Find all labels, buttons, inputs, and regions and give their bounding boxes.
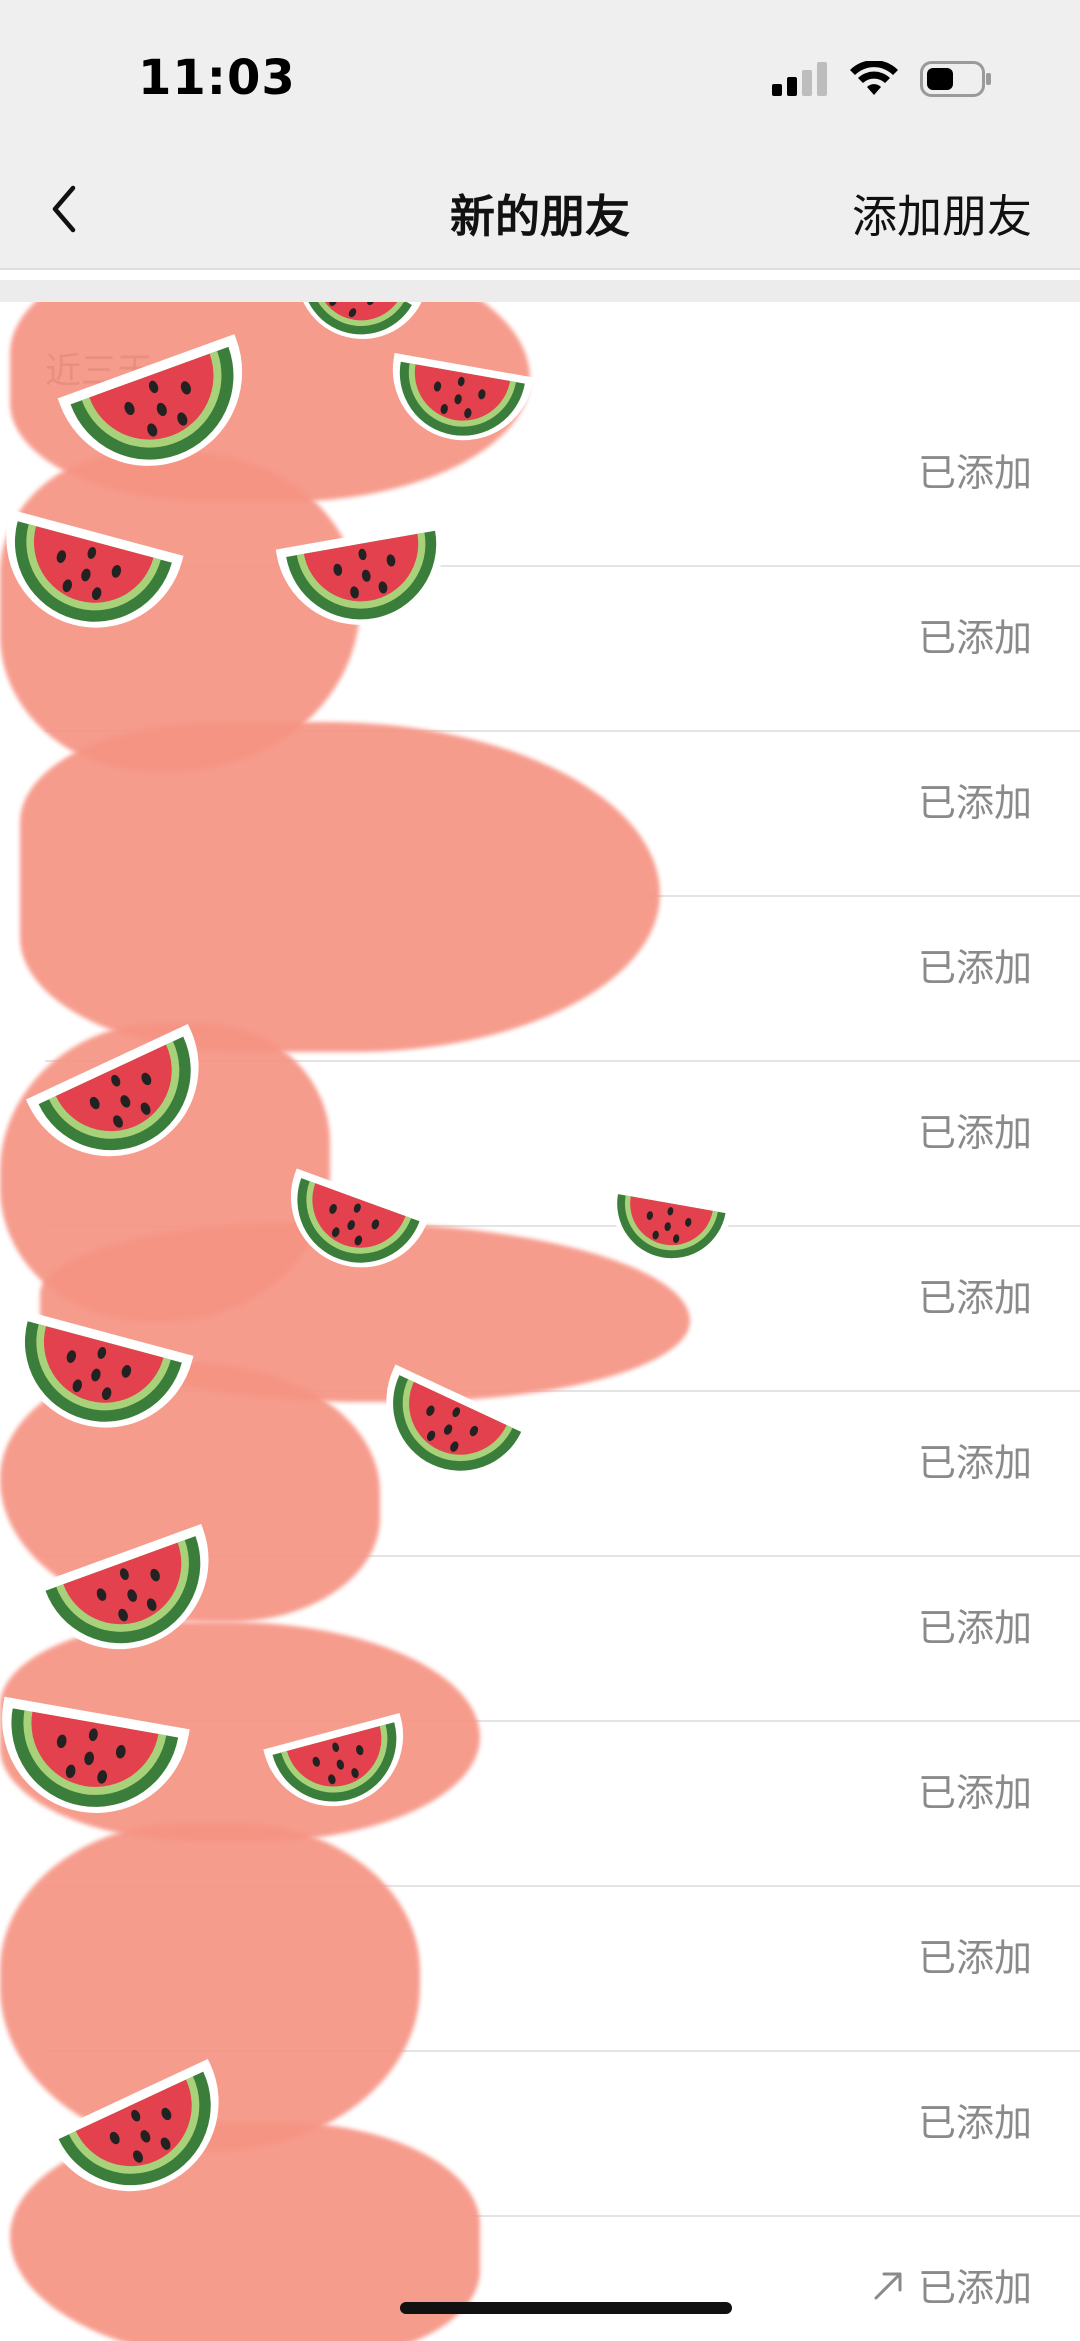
add-friend-button[interactable]: 添加朋友 (852, 180, 1032, 245)
added-status: 已添加 (918, 442, 1032, 497)
battery-icon (920, 61, 992, 101)
status-label: 已添加 (917, 2266, 1032, 2310)
added-status: 已添加 (918, 1597, 1032, 1652)
added-status: 已添加 (872, 2257, 1032, 2312)
friend-request-row[interactable]: 已添加 (0, 1887, 1080, 2052)
navigation-bar: 新的朋友 添加朋友 (0, 150, 1080, 268)
friend-request-row[interactable]: 已添加 (0, 732, 1080, 897)
friend-request-row[interactable]: 已添加 (0, 897, 1080, 1062)
added-status: 已添加 (918, 772, 1032, 827)
status-label: 已添加 (917, 781, 1032, 825)
status-label: 已添加 (917, 451, 1032, 495)
status-label: 已添加 (917, 616, 1032, 660)
wifi-icon (850, 60, 898, 101)
status-bar: 11:03 (0, 0, 1080, 150)
added-status: 已添加 (918, 2092, 1032, 2147)
cellular-signal-icon (772, 62, 828, 100)
arrow-up-right-icon (872, 2268, 906, 2302)
friend-request-row[interactable]: 已添加 (0, 1227, 1080, 1392)
friend-request-list: 已添加 已添加 已添加 已添加 已添加 已添加 已添加 已添加 已添加 已添加 … (0, 402, 1080, 2341)
friend-request-row[interactable]: 已添加 (0, 1722, 1080, 1887)
friend-request-row[interactable]: 已添加 (0, 2052, 1080, 2217)
added-status: 已添加 (918, 607, 1032, 662)
status-label: 已添加 (917, 1771, 1032, 1815)
added-status: 已添加 (918, 1432, 1032, 1487)
friend-request-row[interactable]: 已添加 (0, 1392, 1080, 1557)
section-separator (0, 280, 1080, 302)
home-indicator[interactable] (400, 2302, 732, 2314)
added-status: 已添加 (918, 1762, 1032, 1817)
status-label: 已添加 (917, 946, 1032, 990)
status-label: 已添加 (917, 1936, 1032, 1980)
friend-request-row[interactable]: 已添加 (0, 2217, 1080, 2341)
friend-request-row[interactable]: 已添加 (0, 567, 1080, 732)
status-icons (772, 58, 992, 104)
added-status: 已添加 (918, 1102, 1032, 1157)
friend-request-row[interactable]: 已添加 (0, 1062, 1080, 1227)
friend-requests-panel[interactable]: 近三天 已添加 已添加 已添加 已添加 已添加 已添加 已添加 已添加 已添加 … (0, 302, 1080, 2341)
status-label: 已添加 (917, 1606, 1032, 1650)
status-label: 已添加 (917, 2101, 1032, 2145)
top-bar: 11:03 新的朋友 添加朋友 (0, 0, 1080, 270)
added-status: 已添加 (918, 1267, 1032, 1322)
status-time: 11:03 (138, 50, 296, 106)
friend-request-row[interactable]: 已添加 (0, 1557, 1080, 1722)
watermelon-slice-icon (296, 302, 422, 339)
status-label: 已添加 (917, 1441, 1032, 1485)
status-label: 已添加 (917, 1111, 1032, 1155)
added-status: 已添加 (918, 1927, 1032, 1982)
spacer (0, 270, 1080, 280)
added-status: 已添加 (918, 937, 1032, 992)
friend-request-row[interactable]: 已添加 (0, 402, 1080, 567)
status-label: 已添加 (917, 1276, 1032, 1320)
section-header: 近三天 (45, 351, 154, 392)
